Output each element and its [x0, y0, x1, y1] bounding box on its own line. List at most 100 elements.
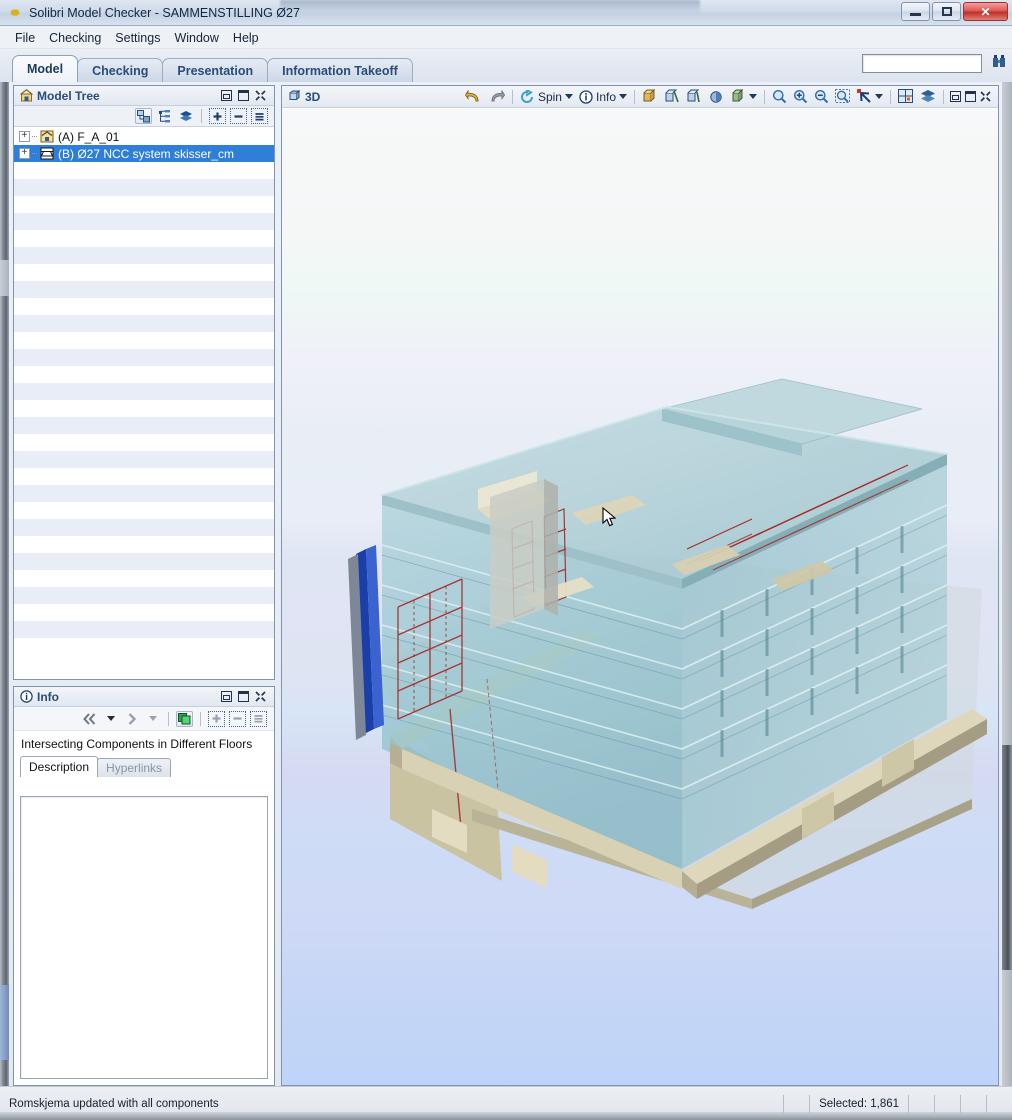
info-button[interactable]: Info	[577, 88, 629, 106]
back-dropdown-caret-icon[interactable]	[102, 711, 119, 727]
undo-button[interactable]	[463, 88, 484, 106]
expand-toggle[interactable]: +	[19, 148, 30, 159]
show-all-button[interactable]	[640, 88, 660, 106]
binoculars-find-icon[interactable]	[992, 55, 1007, 71]
tab-information-takeoff[interactable]: Information Takeoff	[267, 58, 413, 82]
tab-hyperlinks[interactable]: Hyperlinks	[97, 758, 172, 777]
model-tree-title: Model Tree	[37, 88, 100, 103]
forward-navigation-icon[interactable]	[123, 711, 140, 727]
close-button[interactable]	[254, 89, 267, 102]
status-selected-count: Selected: 1,861	[809, 1094, 908, 1113]
tree-row-o27-ncc[interactable]: + (B) Ø27 NCC system skisser_cm	[14, 145, 274, 162]
component-colors-button[interactable]	[896, 88, 916, 106]
tree-row-empty	[14, 587, 274, 604]
layers-button[interactable]	[918, 88, 938, 106]
tree-row-empty	[14, 485, 274, 502]
status-cell-blank	[783, 1094, 809, 1113]
viewport-3d-toolbar: 3D Spin Info	[282, 86, 998, 108]
tree-row-empty	[14, 179, 274, 196]
forward-dropdown-caret-icon[interactable]	[144, 711, 161, 727]
window-right-scrollbar[interactable]	[1002, 745, 1012, 970]
expand-all-icon[interactable]	[208, 710, 225, 727]
tree-row-empty	[14, 621, 274, 638]
tab-model[interactable]: Model	[12, 55, 79, 82]
open-in-new-window-icon[interactable]	[176, 710, 193, 727]
spin-button[interactable]: Spin	[518, 88, 575, 106]
structure-model-icon	[39, 147, 54, 161]
zoom-fit-button[interactable]	[770, 88, 789, 106]
model-tree-list[interactable]: + (A) F_A_01 + (B) Ø27 NCC system skisse…	[14, 128, 274, 679]
tab-checking[interactable]: Checking	[77, 58, 164, 82]
expand-all-icon[interactable]	[209, 108, 226, 124]
maximize-button[interactable]	[932, 2, 961, 21]
close-button[interactable]	[254, 690, 267, 703]
tree-row-empty	[14, 298, 274, 315]
restore-button[interactable]	[949, 90, 962, 103]
house-model-icon	[19, 89, 33, 103]
building-model-render	[348, 378, 987, 909]
menu-item-checking[interactable]: Checking	[42, 29, 108, 47]
maximize-icon	[941, 7, 952, 16]
search-input[interactable]	[862, 54, 982, 73]
tab-description[interactable]: Description	[20, 756, 99, 777]
zoom-out-button[interactable]	[812, 88, 831, 106]
blue-accent-edge	[348, 545, 384, 740]
window-title: Solibri Model Checker - SAMMENSTILLING Ø…	[29, 5, 300, 20]
menu-item-window[interactable]: Window	[167, 29, 225, 47]
menu-item-help[interactable]: Help	[226, 29, 266, 47]
back-navigation-icon[interactable]	[81, 711, 98, 727]
collapse-all-icon[interactable]	[230, 108, 247, 124]
toolbar-separator	[201, 109, 202, 123]
select-pointer-button[interactable]	[855, 88, 885, 106]
tree-row-empty	[14, 553, 274, 570]
tree-row-label: (B) Ø27 NCC system skisser_cm	[58, 146, 235, 161]
toolbar-separator	[200, 711, 201, 726]
menu-item-settings[interactable]: Settings	[108, 29, 167, 47]
toolbar-separator	[890, 89, 891, 104]
status-cell-blank	[934, 1094, 960, 1113]
maximize-button[interactable]	[237, 690, 250, 703]
chevron-down-icon[interactable]	[749, 94, 757, 99]
restore-button[interactable]	[220, 690, 233, 703]
chevron-down-icon[interactable]	[564, 94, 573, 99]
close-button[interactable]: ✕	[963, 2, 1008, 21]
show-list-icon[interactable]	[251, 108, 268, 124]
layers-stack-icon[interactable]	[177, 108, 194, 124]
tree-row-empty	[14, 383, 274, 400]
restore-button[interactable]	[220, 89, 233, 102]
collapse-all-icon[interactable]	[229, 710, 246, 727]
menu-item-file[interactable]: File	[8, 29, 42, 47]
chevron-down-icon[interactable]	[875, 94, 883, 99]
viewport-3d-canvas[interactable]	[282, 109, 998, 1085]
zoom-in-button[interactable]	[791, 88, 810, 106]
tree-structure-icon[interactable]	[156, 108, 173, 124]
maximize-button[interactable]	[237, 89, 250, 102]
section-box-button[interactable]	[662, 88, 682, 106]
close-button[interactable]	[979, 90, 992, 103]
info-title: Info	[37, 689, 59, 704]
description-textarea[interactable]	[20, 796, 268, 1079]
model-tree-toolbar	[14, 106, 274, 127]
expand-toggle[interactable]: +	[19, 131, 30, 142]
clip-plane-button[interactable]	[684, 88, 704, 106]
transparency-button[interactable]	[706, 88, 726, 106]
tab-presentation[interactable]: Presentation	[162, 58, 269, 82]
zoom-area-button[interactable]	[833, 88, 853, 106]
cube-3d-icon	[287, 90, 301, 104]
tree-row-f-a-01[interactable]: + (A) F_A_01	[14, 128, 274, 145]
viewport-3d-tools: Spin Info	[463, 88, 995, 106]
tree-row-empty	[14, 417, 274, 434]
model-tree-header-buttons	[220, 89, 271, 102]
redo-button[interactable]	[486, 88, 507, 106]
hierarchy-selection-icon[interactable]	[135, 108, 152, 124]
tree-row-empty	[14, 366, 274, 383]
toolbar-separator	[764, 89, 765, 104]
tree-row-empty	[14, 468, 274, 485]
toolbar-separator	[634, 89, 635, 104]
chevron-down-icon[interactable]	[619, 94, 627, 99]
show-list-icon[interactable]	[250, 710, 267, 727]
window-controls: ✕	[901, 2, 1008, 21]
minimize-button[interactable]	[901, 2, 930, 21]
render-mode-button[interactable]	[728, 88, 759, 106]
maximize-button[interactable]	[964, 90, 977, 103]
